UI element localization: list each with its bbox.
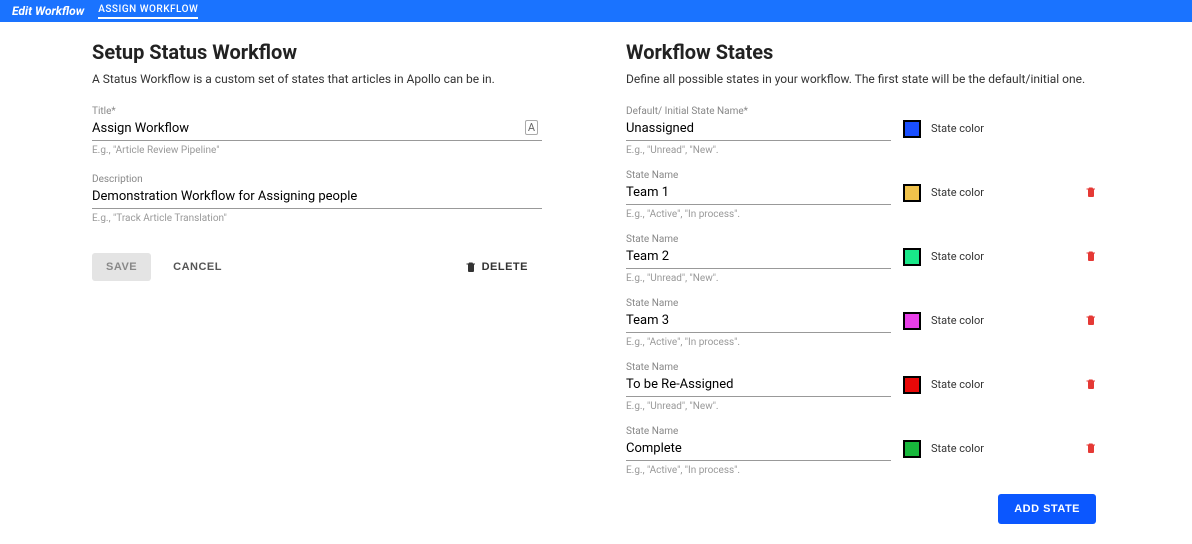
delete-button-label: Delete [482,261,528,273]
color-swatch[interactable] [903,312,921,330]
color-swatch[interactable] [903,184,921,202]
states-list: Default/ Initial State Name* E.g., "Unrea… [626,106,1096,476]
state-name-field: State Name E.g., "Active", "In process". [626,426,891,476]
state-row: State Name E.g., "Unread", "New". State co… [626,362,1096,412]
color-swatch[interactable] [903,440,921,458]
color-label: State color [931,186,984,199]
state-name-hint: E.g., "Active", "In process". [626,465,891,476]
delete-state-button[interactable] [1085,185,1096,202]
setup-heading: Setup Status Workflow [92,40,566,64]
trash-icon [1085,377,1096,390]
trash-icon [1085,441,1096,454]
trash-icon [1085,313,1096,326]
state-name-input[interactable] [626,439,891,461]
topbar-tab-assign-workflow[interactable]: ASSIGN WORKFLOW [98,4,198,19]
state-row: State Name E.g., "Unread", "New". State co… [626,234,1096,284]
topbar: Edit Workflow ASSIGN WORKFLOW [0,0,1192,22]
state-name-hint: E.g., "Unread", "New". [626,401,891,412]
description-field: Description E.g., "Track Article Transla… [92,174,542,224]
state-name-field: State Name E.g., "Unread", "New". [626,362,891,412]
cancel-button[interactable]: Cancel [159,253,236,281]
state-name-label: State Name [626,298,891,309]
states-subtext: Define all possible states in your workf… [626,72,1100,86]
color-swatch[interactable] [903,248,921,266]
delete-state-button[interactable] [1085,313,1096,330]
state-name-label: State Name [626,234,891,245]
state-name-field: State Name E.g., "Active", "In process". [626,298,891,348]
state-row: Default/ Initial State Name* E.g., "Unrea… [626,106,1096,156]
delete-state-button[interactable] [1085,249,1096,266]
delete-button[interactable]: Delete [451,252,542,281]
title-field-icon: A [525,120,538,135]
color-swatch[interactable] [903,120,921,138]
color-label: State color [931,442,984,455]
state-name-input[interactable] [626,375,891,397]
state-name-label: State Name [626,362,891,373]
state-name-label: State Name [626,170,891,181]
setup-column: Setup Status Workflow A Status Workflow … [92,40,566,524]
action-row: Save Cancel Delete [92,252,542,281]
add-state-button[interactable]: Add State [998,494,1096,524]
states-heading: Workflow States [626,40,1100,64]
state-name-hint: E.g., "Unread", "New". [626,145,891,156]
title-label: Title* [92,106,542,117]
state-name-hint: E.g., "Unread", "New". [626,273,891,284]
state-name-input[interactable] [626,119,891,141]
state-name-hint: E.g., "Active", "In process". [626,337,891,348]
state-name-label: Default/ Initial State Name* [626,106,891,117]
state-name-field: State Name E.g., "Active", "In process". [626,170,891,220]
state-name-input[interactable] [626,183,891,205]
state-name-input[interactable] [626,311,891,333]
color-label: State color [931,250,984,263]
save-button[interactable]: Save [92,253,151,281]
state-name-input[interactable] [626,247,891,269]
title-hint: E.g., "Article Review Pipeline" [92,145,542,156]
color-label: State color [931,378,984,391]
states-column: Workflow States Define all possible stat… [626,40,1100,524]
description-input[interactable] [92,187,542,209]
state-row: State NameE.g., "Active", "In process".S… [626,170,1096,220]
title-field: Title* A E.g., "Article Review Pipeline" [92,106,542,156]
state-name-field: Default/ Initial State Name* E.g., "Unrea… [626,106,891,156]
state-row: State NameE.g., "Active", "In process".S… [626,426,1096,476]
color-label: State color [931,122,984,135]
state-row: State NameE.g., "Active", "In process".S… [626,298,1096,348]
page-body: Setup Status Workflow A Status Workflow … [0,22,1192,544]
description-label: Description [92,174,542,185]
delete-state-button[interactable] [1085,441,1096,458]
color-label: State color [931,314,984,327]
state-name-label: State Name [626,426,891,437]
trash-icon [465,260,476,273]
trash-icon [1085,249,1096,262]
setup-subtext: A Status Workflow is a custom set of sta… [92,72,566,86]
state-name-hint: E.g., "Active", "In process". [626,209,891,220]
delete-state-button[interactable] [1085,377,1096,394]
state-name-field: State Name E.g., "Unread", "New". [626,234,891,284]
trash-icon [1085,185,1096,198]
description-hint: E.g., "Track Article Translation" [92,213,542,224]
topbar-title: Edit Workflow [12,4,84,18]
color-swatch[interactable] [903,376,921,394]
title-input[interactable] [92,119,542,141]
